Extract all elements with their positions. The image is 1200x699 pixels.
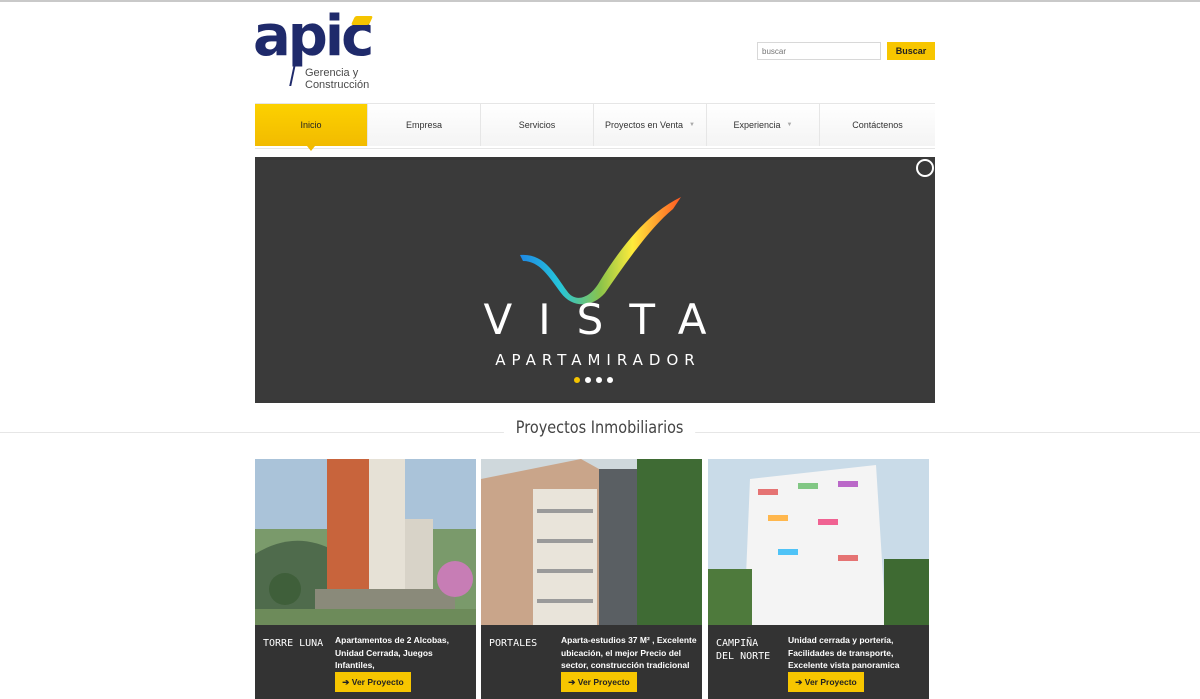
nav-item-empresa[interactable]: Empresa [368, 104, 481, 146]
apic-logo[interactable]: apic Gerencia y Construcción [253, 4, 415, 94]
slider-subtitle: APARTAMIRADOR [495, 351, 701, 369]
project-description: Unidad cerrada y portería, Facilidades d… [788, 634, 925, 672]
arrow-right-icon: ➔ [342, 676, 352, 687]
nav-item-experiencia[interactable]: Experiencia ▼ [707, 104, 820, 146]
section-title: Proyectos Inmobiliarios [504, 418, 696, 438]
project-desc-line: Unidad Cerrada, Juegos Infantiles, [335, 647, 433, 671]
ver-proyecto-button[interactable]: ➔ Ver Proyecto [788, 672, 864, 692]
project-card-portales: PORTALES Aparta-estudios 37 M² , Excelen… [481, 459, 702, 699]
slider-title: VISTA [483, 295, 733, 344]
nav-item-servicios[interactable]: Servicios [481, 104, 594, 146]
search-button[interactable]: Buscar [887, 42, 935, 60]
project-image[interactable] [255, 459, 476, 625]
project-desc-line: ubicación, el mejor Precio del [561, 647, 681, 658]
logo-tagline-line1: Gerencia y [305, 67, 359, 79]
nav-item-label: Empresa [405, 120, 442, 130]
section-heading: Proyectos Inmobiliarios [0, 418, 1200, 438]
torre-luna-building-image [255, 459, 476, 625]
main-nav: Inicio Empresa Servicios Proyectos en Ve… [255, 103, 935, 151]
project-description: Aparta-estudios 37 M² , Excelente ubicac… [561, 634, 698, 672]
slider-dot-3[interactable] [596, 377, 602, 383]
chevron-down-icon: ▼ [689, 122, 695, 128]
search-input[interactable] [757, 42, 881, 60]
button-label: Ver Proyecto [351, 676, 404, 687]
project-name: TORRE LUNA [263, 638, 324, 649]
button-label: Ver Proyecto [804, 676, 857, 687]
project-card-torre-luna: TORRE LUNA Apartamentos de 2 Alcobas, Un… [255, 459, 476, 699]
button-label: Ver Proyecto [577, 676, 630, 687]
project-card-campina-del-norte: CAMPIÑA DEL NORTE Unidad cerrada y porte… [708, 459, 929, 699]
slider-pagination [574, 377, 613, 383]
hero-slider[interactable]: VISTA APARTAMIRADOR [255, 157, 935, 403]
ver-proyecto-button[interactable]: ➔ Ver Proyecto [561, 672, 637, 692]
arrow-right-icon: ➔ [795, 676, 805, 687]
nav-item-inicio[interactable]: Inicio [255, 104, 368, 151]
project-name: PORTALES [489, 638, 538, 649]
nav-item-label: Contáctenos [852, 120, 903, 130]
nav-item-label: Experiencia [733, 120, 781, 130]
arrow-right-icon: ➔ [568, 676, 578, 687]
project-desc-line: sector, construcción tradicional [561, 660, 690, 670]
nav-item-proyectos-en-venta[interactable]: Proyectos en Venta ▼ [594, 104, 707, 146]
logo-tagline: Gerencia y Construcción [305, 67, 369, 91]
project-image[interactable] [481, 459, 702, 625]
nav-item-label: Servicios [518, 120, 556, 130]
nav-item-label: Proyectos en Venta [604, 120, 684, 130]
project-desc-line: Aparta-estudios 37 M² , Excelente [561, 635, 697, 645]
ver-proyecto-button[interactable]: ➔ Ver Proyecto [335, 672, 411, 692]
slider-dot-1[interactable] [574, 377, 580, 383]
chevron-down-icon: ▼ [786, 122, 793, 128]
project-image[interactable] [708, 459, 929, 625]
project-desc-line: Excelente vista panoramica [788, 660, 900, 670]
slider-dot-4[interactable] [607, 377, 613, 383]
project-name: CAMPIÑA DEL NORTE [716, 638, 771, 662]
logo-tagline-line2: Construcción [305, 79, 370, 91]
nav-item-contactenos[interactable]: Contáctenos [820, 104, 935, 146]
project-desc-line: Facilidades de transporte, [788, 647, 894, 658]
project-desc-line: Unidad cerrada y portería, [788, 635, 894, 645]
campina-building-image [708, 459, 929, 625]
portales-building-image [481, 459, 702, 625]
slider-dot-2[interactable] [585, 377, 591, 383]
logo-wordmark: apic [253, 4, 374, 69]
project-desc-line: Apartamentos de 2 Alcobas, [335, 635, 449, 645]
nav-item-label: Inicio [300, 120, 322, 130]
